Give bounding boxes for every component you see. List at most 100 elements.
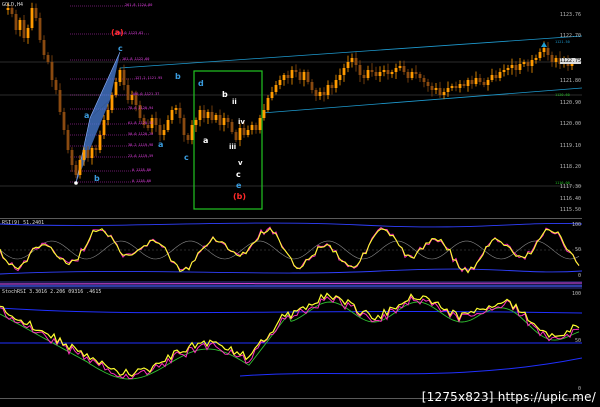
rsi-pane[interactable]: RSI(9) 51.2401 100 50 0 (0, 219, 582, 282)
candle-body (502, 70, 506, 72)
rsi-tick: 100 (571, 222, 581, 228)
wave-label-v: v (238, 159, 243, 167)
price-pane[interactable]: GOLD,H4 261.8 1124.80 200.0 1123.62 161.… (0, 0, 582, 219)
candle-body (534, 58, 538, 60)
wave-label-e: e (236, 181, 242, 190)
wave-label-b-bracket: (b) (233, 192, 247, 201)
price-chart[interactable] (0, 0, 582, 218)
candle-body (238, 128, 242, 140)
candle-body (186, 135, 190, 140)
candle-body (438, 88, 442, 95)
candle-body (426, 82, 430, 86)
candle-body (278, 80, 282, 85)
candle-body (486, 80, 490, 85)
candle-body (518, 64, 522, 70)
stoch-tick: 50 (574, 338, 581, 344)
candle-body (90, 148, 94, 158)
candle-body (18, 20, 22, 30)
candle-body (298, 72, 302, 80)
candle-body (514, 65, 518, 70)
candle-body (126, 85, 130, 100)
candle-body (462, 84, 466, 86)
candle-body (350, 58, 354, 62)
candle-body (34, 8, 38, 18)
candle-body (550, 55, 554, 62)
candle-body (510, 65, 514, 68)
candle-body (210, 112, 214, 120)
pivot-marker (74, 181, 78, 185)
stoch-d-line (0, 295, 580, 379)
candle-body (46, 55, 50, 62)
candle-body (530, 60, 534, 66)
price-tick: 1122.70 (559, 33, 581, 39)
candle-body (294, 70, 298, 72)
wave-label-a-bracket: (a) (111, 28, 124, 37)
candle-body (162, 130, 166, 135)
candle-body (30, 8, 34, 28)
candle-body (66, 130, 70, 150)
wave-label-c-low: c (184, 153, 189, 162)
fib-label: 161.8 1122.60 (122, 57, 150, 61)
candle-body (458, 84, 462, 88)
candle-body (94, 148, 98, 150)
candle-body (250, 125, 254, 130)
candle-body (98, 135, 102, 150)
candle-body (118, 70, 122, 82)
candle-body (446, 88, 450, 92)
candle-body (218, 115, 222, 125)
candle-body (222, 118, 226, 125)
wave-label-ii: ii (232, 98, 237, 106)
candle-body (110, 95, 114, 110)
price-axis[interactable]: 1123.76 1122.70 1122.75 1121.80 1120.90 … (559, 0, 582, 218)
arrow-marker (541, 42, 547, 47)
candle-body (106, 110, 110, 120)
fib-label: 61.8 1120.52 (128, 121, 154, 125)
stoch-rsi-chart[interactable] (0, 288, 582, 398)
candle-body (42, 40, 46, 55)
chart-window[interactable]: GOLD,H4 261.8 1124.80 200.0 1123.62 161.… (0, 0, 600, 407)
candle-body (86, 150, 90, 158)
candle-body (318, 92, 322, 96)
candle-body (310, 82, 314, 90)
fib-label: 50.0 1120.28 (128, 132, 154, 136)
wave-label-c-top: c (118, 44, 123, 53)
candle-body (26, 28, 30, 38)
candle-body (230, 122, 234, 132)
wave-label-a-low: a (158, 140, 164, 149)
candle-body (478, 78, 482, 82)
stoch-rsi-pane[interactable]: StochRSI 3.3016 2.206 09316 .4615 100 50… (0, 288, 582, 399)
candle-body (266, 98, 270, 110)
price-tick: 1121.80 (559, 78, 581, 84)
rsi-line (0, 227, 580, 274)
stoch-tick: 100 (571, 291, 581, 297)
candle-body (254, 125, 258, 130)
candle-body (102, 120, 106, 135)
candle-body (74, 165, 78, 175)
wave-label-b-left: b (175, 72, 181, 81)
rsi-chart[interactable] (0, 219, 582, 281)
price-tick: 1120.00 (559, 121, 581, 127)
candle-body (6, 8, 10, 10)
rsi-band-lower (0, 268, 582, 275)
wave-label-c-box: c (236, 170, 241, 179)
candle-body (262, 110, 266, 118)
candle-body (374, 72, 378, 76)
price-tick: 1115.50 (559, 207, 581, 213)
candle-body (418, 74, 422, 78)
candle-body (470, 80, 474, 84)
candle-body (258, 118, 262, 130)
candle-body (390, 72, 394, 74)
candle-body (346, 62, 350, 68)
price-tick: 1120.90 (559, 100, 581, 106)
candle-body (490, 75, 494, 80)
candle-body (398, 66, 402, 68)
candle-body (386, 70, 390, 74)
candle-body (246, 130, 250, 135)
candle-body (154, 118, 158, 125)
candle-body (358, 65, 362, 75)
candle-body (122, 70, 126, 85)
current-price-tag: 1122.75 (559, 58, 581, 64)
rsi-axis: 100 50 0 (564, 219, 582, 281)
candle-body (546, 48, 550, 55)
trend-line-upper (119, 35, 582, 69)
